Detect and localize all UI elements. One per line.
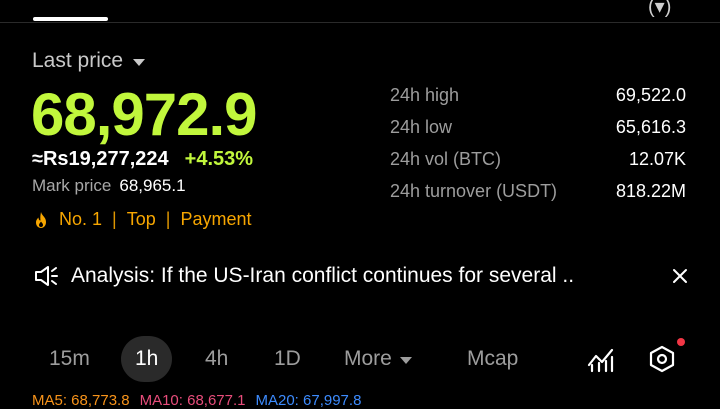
interval-mcap[interactable]: Mcap — [467, 336, 518, 382]
stat-row-turnover: 24h turnover (USDT) 818.22M — [390, 175, 686, 207]
interval-15m[interactable]: 15m — [49, 336, 90, 382]
ma5-label: MA5: 68,773.8 — [32, 392, 130, 409]
stat-value: 12.07K — [628, 148, 686, 169]
interval-more-label: More — [344, 347, 392, 370]
interval-more-dropdown[interactable]: More — [344, 336, 412, 382]
stat-value: 69,522.0 — [615, 84, 686, 105]
last-price-value: 68,972.9 — [31, 81, 258, 148]
news-banner[interactable]: Analysis: If the US-Iran conflict contin… — [33, 262, 688, 290]
mark-price-row: Mark price 68,965.1 — [32, 176, 186, 196]
mark-price-value: 68,965.1 — [119, 176, 186, 195]
fire-icon — [36, 211, 46, 228]
interval-bar: 15m 1h 4h 1D More Mcap — [32, 336, 692, 382]
stat-row-high: 24h high 69,522.0 — [390, 79, 686, 111]
tag-separator: | — [112, 209, 117, 229]
stat-value: 818.22M — [615, 180, 686, 201]
active-tab-underline — [33, 17, 108, 21]
price-change-percent: +4.53% — [184, 148, 254, 170]
tag-separator: | — [165, 209, 171, 229]
stat-value: 65,616.3 — [615, 116, 686, 137]
indicator-button[interactable] — [587, 336, 615, 382]
ma10-label: MA10: 68,677.1 — [139, 392, 246, 409]
hexagon-settings-icon — [649, 345, 675, 373]
tag-top[interactable]: Top — [127, 209, 156, 230]
chevron-down-icon — [133, 58, 146, 66]
ma20-label: MA20: 67,997.8 — [255, 392, 362, 409]
last-price-selector[interactable]: Last price — [32, 49, 146, 73]
chevron-down-icon — [399, 356, 412, 364]
stat-label: 24h turnover (USDT) — [390, 180, 558, 201]
notification-dot — [677, 338, 685, 346]
approx-local-price: ≈Rs19,277,224 — [32, 148, 169, 170]
interval-4h[interactable]: 4h — [205, 336, 228, 382]
top-right-menu[interactable]: (▾) — [648, 0, 671, 19]
tag-payment[interactable]: Payment — [180, 209, 251, 230]
stats-panel: 24h high 69,522.0 24h low 65,616.3 24h v… — [390, 79, 686, 207]
price-conversion-row: ≈Rs19,277,224 +4.53% — [32, 148, 253, 171]
stat-label: 24h low — [390, 116, 453, 137]
interval-1d[interactable]: 1D — [274, 336, 301, 382]
stat-row-volume: 24h vol (BTC) 12.07K — [390, 143, 686, 175]
chart-settings-button[interactable] — [648, 336, 676, 382]
stat-label: 24h high — [390, 84, 460, 105]
news-headline[interactable]: Analysis: If the US-Iran conflict contin… — [71, 264, 660, 288]
stat-label: 24h vol (BTC) — [390, 148, 502, 169]
ma-legend: MA5: 68,773.8 MA10: 68,677.1 MA20: 67,99… — [32, 392, 361, 409]
indicator-chart-icon — [587, 348, 614, 373]
last-price-label: Last price — [32, 49, 124, 72]
close-icon[interactable] — [672, 268, 688, 284]
mark-price-label: Mark price — [32, 176, 112, 195]
tags-row: No. 1 | Top | Payment — [33, 209, 251, 230]
megaphone-icon — [35, 266, 58, 286]
interval-1h[interactable]: 1h — [121, 336, 173, 382]
stat-row-low: 24h low 65,616.3 — [390, 111, 686, 143]
tag-no1[interactable]: No. 1 — [59, 209, 102, 230]
top-divider — [0, 22, 720, 23]
